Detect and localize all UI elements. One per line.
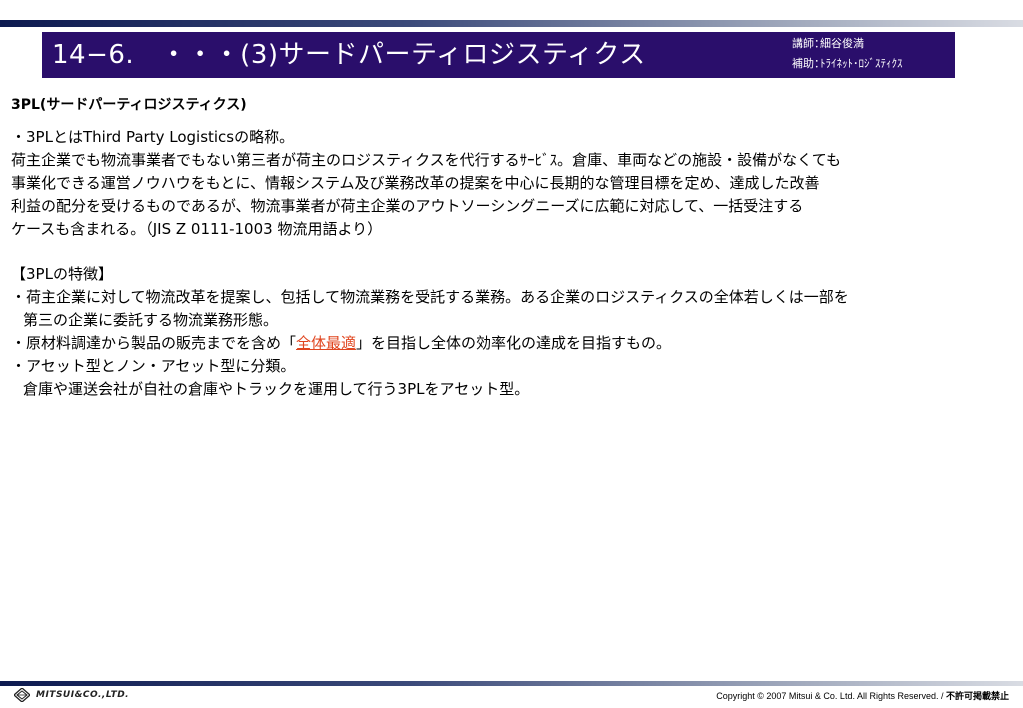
copyright-text: Copyright © 2007 Mitsui & Co. Ltd. All R…	[716, 691, 946, 701]
assistant-name: ﾄﾗｲﾈｯﾄ･ﾛｼﾞｽﾃｨｸｽ	[820, 57, 903, 70]
assistant-row: 補助：ﾄﾗｲﾈｯﾄ･ﾛｼﾞｽﾃｨｸｽ	[792, 54, 903, 74]
bottom-rule	[0, 681, 1023, 686]
section-heading: 3PL(サードパーティロジスティクス)	[11, 97, 247, 113]
lecturer-row: 講師：細谷俊満	[792, 34, 903, 54]
feature-item: ・原材料調達から製品の販売までを含め「全体最適」を目指し全体の効率化の達成を目指…	[11, 332, 1011, 355]
feature-text: ・原材料調達から製品の販売までを含め「	[11, 334, 297, 352]
feature-item: ・アセット型とノン・アセット型に分類。	[11, 357, 296, 375]
feature-item: ・荷主企業に対して物流改革を提案し、包括して物流業務を受託する業務。ある企業のロ…	[11, 288, 849, 306]
definition-line: 事業化できる運営ノウハウをもとに、情報システム及び業務改革の提案を中心に長期的な…	[11, 174, 820, 192]
definition-line: ・3PLとはThird Party Logisticsの略称。	[11, 128, 295, 146]
copyright-notice: Copyright © 2007 Mitsui & Co. Ltd. All R…	[716, 689, 1009, 702]
feature-item-continuation: 第三の企業に委託する物流業務形態。	[23, 311, 279, 329]
definition-line: 利益の配分を受けるものであるが、物流事業者が荷主企業のアウトソーシングニーズに広…	[11, 197, 804, 215]
definition-block: ・3PLとはThird Party Logisticsの略称。 荷主企業でも物流…	[11, 126, 1011, 241]
highlight-keyword: 全体最適	[296, 334, 357, 352]
feature-text: 」を目指し全体の効率化の達成を目指すもの。	[356, 334, 672, 352]
lecturer-label: 講師：	[792, 37, 825, 50]
copyright-restriction: 不許可掲載禁止	[945, 691, 1009, 701]
logo-text: MITSUI&CO.,LTD.	[36, 690, 130, 700]
assistant-label: 補助：	[792, 57, 825, 70]
page-title: 14−6. ・・・(3)サードパーティロジスティクス	[52, 40, 646, 70]
features-heading: 【3PLの特徴】	[11, 265, 113, 283]
definition-line: ケースも含まれる。（JIS Z 0111-1003 物流用語より）	[11, 220, 383, 238]
definition-line: 荷主企業でも物流事業者でもない第三者が荷主のロジスティクスを代行するｻｰﾋﾞｽ。…	[11, 151, 841, 169]
title-bar: 14−6. ・・・(3)サードパーティロジスティクス 講師：細谷俊満 補助：ﾄﾗ…	[42, 32, 955, 78]
credits: 講師：細谷俊満 補助：ﾄﾗｲﾈｯﾄ･ﾛｼﾞｽﾃｨｸｽ	[792, 34, 903, 74]
company-logo: MITSUI&CO.,LTD.	[14, 688, 129, 702]
mitsui-diamond-icon	[14, 688, 30, 702]
top-rule	[0, 20, 1023, 27]
slide-content: 3PL(サードパーティロジスティクス) ・3PLとはThird Party Lo…	[11, 94, 1011, 401]
feature-item-continuation: 倉庫や運送会社が自社の倉庫やトラックを運用して行う3PLをアセット型。	[23, 380, 530, 398]
lecturer-name: 細谷俊満	[820, 37, 864, 50]
